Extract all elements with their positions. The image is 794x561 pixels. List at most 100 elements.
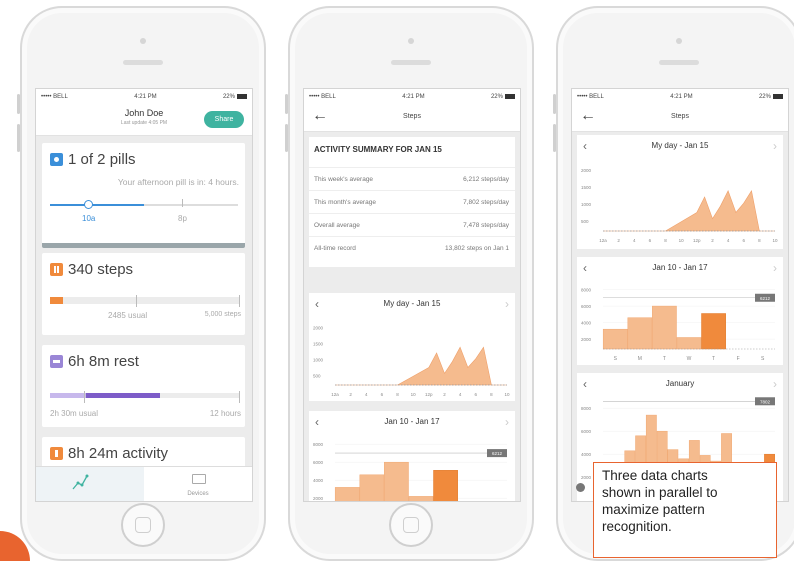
y-tick-label: 6000 (313, 460, 324, 465)
activity-icon (50, 447, 63, 460)
share-button[interactable]: Share (204, 111, 244, 128)
bar (627, 317, 653, 350)
steps-usual: 2485 usual (108, 311, 148, 320)
y-tick-label: 4000 (581, 321, 592, 326)
steps-progress-track (50, 297, 240, 304)
x-tick-label: 10 (411, 392, 417, 397)
devices-icon (192, 474, 206, 484)
tab-devices-label: Devices (187, 491, 209, 497)
y-tick-label: 2000 (581, 168, 592, 173)
speaker (123, 60, 163, 65)
status-bar: ••••• BELL 4:21 PM 22% (572, 89, 788, 105)
steps-goal-tick (239, 295, 240, 307)
home-button[interactable] (121, 503, 165, 547)
day-chart-card: ‹ › My day - Jan 15 2000 1500 1000 500 12a 2 4… (577, 135, 783, 249)
battery-icon (504, 93, 515, 99)
summary-title: ACTIVITY SUMMARY FOR JAN 15 (314, 145, 442, 154)
y-tick-label: 1000 (581, 202, 592, 207)
bar (384, 461, 409, 501)
pills-card[interactable]: 1 of 2 pills Your afternoon pill is in: … (42, 143, 245, 248)
home-button[interactable] (389, 503, 433, 547)
y-tick-label: 4000 (581, 452, 592, 457)
steps-title: 340 steps (50, 261, 133, 278)
chart-icon (72, 474, 89, 490)
y-tick-label: 1500 (313, 341, 324, 346)
time-label: 4:21 PM (134, 94, 157, 100)
x-tick-label: 12p (693, 238, 701, 243)
week-bar-chart: 8000 6000 4000 2000 6212 S M T W T F S (581, 288, 775, 362)
battery-indicator: 22% (491, 93, 515, 100)
summary-row: This week's average 6,212 steps/day (309, 167, 515, 191)
side-button (553, 94, 556, 114)
steps-card[interactable]: 340 steps 2485 usual 5,000 steps (42, 253, 245, 335)
carrier-label: ••••• BELL (309, 94, 336, 100)
steps-progress-fill (50, 297, 63, 304)
x-tick-label: 6 (474, 392, 477, 397)
y-tick-label: 6000 (581, 304, 592, 309)
time-label: 4:21 PM (402, 94, 425, 100)
x-tick-label: 4 (727, 238, 730, 243)
status-bar: ••••• BELL 4:21 PM 22% (36, 89, 252, 105)
bar (433, 470, 458, 501)
rest-usual-tick (84, 391, 85, 403)
summary-row: This month's average 7,802 steps/day (309, 190, 515, 214)
week-chart-card: ‹ › Jan 10 - Jan 17 8000 6000 4000 2000 6212… (309, 411, 515, 501)
tab-devices[interactable]: Devices (144, 467, 252, 501)
nav-title: Steps (671, 113, 689, 120)
speaker (391, 60, 431, 65)
x-tick-label: 8 (490, 392, 493, 397)
profile-header: John Doe Last update 4:05 PM Share (36, 105, 252, 136)
x-tick-label: 2 (617, 238, 620, 243)
bed-icon (50, 355, 63, 368)
summary-row: All-time record 13,802 steps on Jan 1 (309, 236, 515, 260)
chart-title: Jan 10 - Jan 17 (652, 263, 708, 272)
tab-bar: Devices (36, 466, 252, 501)
pill-marker (84, 200, 93, 209)
camera (140, 38, 146, 44)
steps-area (335, 346, 507, 386)
x-tick-label: 12p (425, 392, 433, 397)
bar (408, 496, 434, 501)
pill-time-start: 10a (82, 214, 96, 223)
side-button (285, 124, 288, 152)
battery-icon (236, 93, 247, 99)
nav-bar: ← Steps (304, 105, 520, 132)
bar (359, 474, 385, 501)
y-tick-label: 1500 (581, 185, 592, 190)
activity-summary: ACTIVITY SUMMARY FOR JAN 15 This week's … (309, 137, 515, 267)
x-tick-label: 8 (396, 392, 399, 397)
bar (701, 313, 726, 350)
x-tick-label: T (663, 356, 666, 362)
side-button (17, 124, 20, 152)
summary-row: Overall average 7,478 steps/day (309, 213, 515, 237)
y-tick-label: 1000 (313, 357, 324, 362)
day-area-chart: 2000 1500 1000 500 12a 2 4 6 8 10 12p 2 4 6 8 10 (581, 168, 778, 243)
x-tick-label: 4 (459, 392, 462, 397)
rest-usual: 2h 30m usual (50, 409, 99, 418)
x-tick-label: 10 (504, 392, 510, 397)
day-chart-card: ‹ › My day - Jan 15 2000 1500 1000 500 12a 2 4… (309, 293, 515, 401)
y-tick-label: 2000 (581, 337, 592, 342)
carrier-label: ••••• BELL (577, 94, 604, 100)
x-tick-label: 2 (443, 392, 446, 397)
rest-goal: 12 hours (209, 409, 241, 418)
x-tick-label: 6 (381, 392, 384, 397)
rest-card[interactable]: 6h 8m rest 2h 30m usual 12 hours (42, 345, 245, 427)
bar (652, 305, 677, 350)
chart-title: January (665, 379, 695, 388)
speaker (659, 60, 699, 65)
bar (676, 337, 702, 350)
x-tick-label: S (614, 356, 618, 362)
y-tick-label: 500 (581, 219, 589, 224)
chart-title: My day - Jan 15 (383, 299, 441, 308)
rest-progress-track (50, 393, 240, 398)
side-button (17, 94, 20, 114)
x-tick-label: 12a (331, 392, 339, 397)
average-label: 6212 (760, 296, 771, 301)
callout-pointer (576, 483, 585, 492)
tab-charts[interactable] (36, 467, 144, 501)
x-tick-label: 4 (633, 238, 636, 243)
y-tick-label: 6000 (581, 429, 592, 434)
average-label: 6212 (492, 451, 503, 456)
footprints-icon (50, 263, 63, 276)
